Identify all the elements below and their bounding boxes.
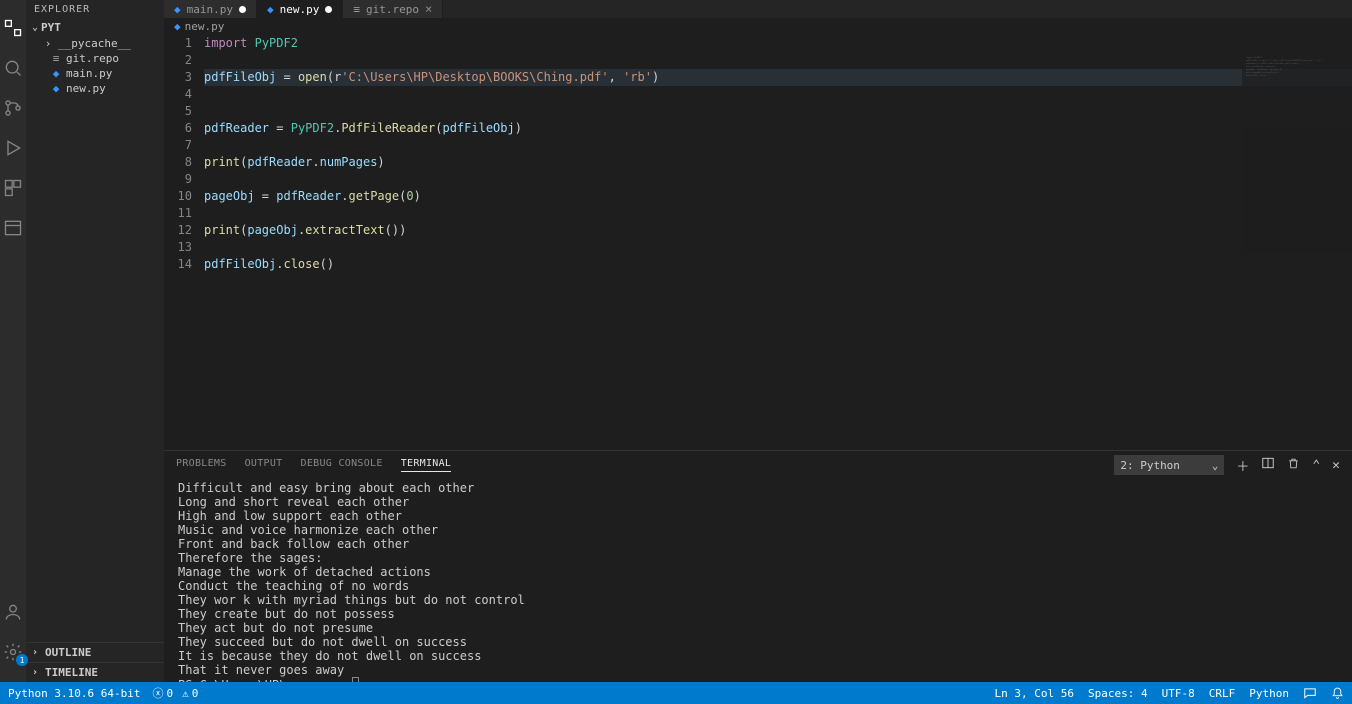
chevron-down-icon: ⌄	[32, 22, 38, 33]
file-icon: ◆	[174, 3, 181, 16]
code-content[interactable]: import PyPDF2pdfFileObj = open(r'C:\User…	[204, 35, 1352, 450]
file-icon: ◆	[267, 3, 274, 16]
status-lncol[interactable]: Ln 3, Col 56	[995, 687, 1074, 700]
outline-label: OUTLINE	[45, 646, 91, 659]
panel-tabs: PROBLEMS OUTPUT DEBUG CONSOLE TERMINAL 2: P…	[164, 451, 1352, 479]
folder-name: PYT	[41, 21, 61, 34]
editor-area: ◆ main.py ◆ new.py ≡ git.repo × ◆ new.py 12345…	[164, 0, 1352, 682]
explorer-activity-icon[interactable]	[1, 16, 25, 40]
file-icon: ≡	[353, 3, 360, 16]
python-file-icon: ◆	[50, 83, 62, 95]
status-spaces[interactable]: Spaces: 4	[1088, 687, 1148, 700]
error-icon: ⓧ	[152, 685, 163, 701]
tab-label: main.py	[187, 3, 233, 16]
new-terminal-icon[interactable]: ＋	[1236, 456, 1249, 475]
timeline-section[interactable]: › TIMELINE	[26, 662, 164, 682]
settings-activity-icon[interactable]: 1	[1, 640, 25, 664]
bottom-panel: PROBLEMS OUTPUT DEBUG CONSOLE TERMINAL 2: P…	[164, 450, 1352, 682]
close-panel-icon[interactable]: ✕	[1332, 458, 1340, 473]
breadcrumb-file: new.py	[185, 20, 225, 33]
accounts-activity-icon[interactable]	[1, 600, 25, 624]
explorer-title: EXPLORER	[26, 0, 164, 19]
scm-activity-icon[interactable]	[1, 96, 25, 120]
settings-badge: 1	[16, 654, 28, 666]
python-file-icon: ◆	[50, 68, 62, 80]
chevron-right-icon: ›	[32, 647, 38, 658]
explorer-sidebar: EXPLORER ⌄ PYT › __pycache__ ≡ git.repo ◆ mai…	[26, 0, 164, 682]
dirty-indicator-icon	[239, 6, 246, 13]
tab-bar: ◆ main.py ◆ new.py ≡ git.repo ×	[164, 0, 1352, 18]
tree-item-label: __pycache__	[58, 37, 131, 50]
folder-header[interactable]: ⌄ PYT	[26, 19, 164, 36]
close-tab-icon[interactable]: ×	[425, 2, 432, 16]
tree-file[interactable]: ◆ new.py	[26, 81, 164, 96]
debug-activity-icon[interactable]	[1, 136, 25, 160]
tree-file[interactable]: ◆ main.py	[26, 66, 164, 81]
breadcrumb[interactable]: ◆ new.py	[164, 18, 1352, 35]
status-feedback-icon[interactable]	[1303, 686, 1317, 700]
timeline-label: TIMELINE	[45, 666, 98, 679]
editor-tab[interactable]: ◆ new.py	[257, 0, 343, 18]
panel-tab-debug-console[interactable]: DEBUG CONSOLE	[301, 458, 383, 472]
panel-tab-terminal[interactable]: TERMINAL	[401, 458, 452, 472]
file-icon: ≡	[50, 53, 62, 65]
terminal-output[interactable]: Difficult and easy bring about each othe…	[164, 479, 1352, 682]
editor-tab[interactable]: ◆ main.py	[164, 0, 257, 18]
maximize-panel-icon[interactable]: ⌃	[1312, 458, 1320, 473]
split-terminal-icon[interactable]	[1261, 456, 1275, 474]
status-bell-icon[interactable]	[1331, 687, 1344, 700]
tab-label: git.repo	[366, 3, 419, 16]
tree-folder[interactable]: › __pycache__	[26, 36, 164, 51]
chevron-right-icon: ›	[32, 667, 38, 678]
search-activity-icon[interactable]	[1, 56, 25, 80]
tree-file[interactable]: ≡ git.repo	[26, 51, 164, 66]
status-bar: Python 3.10.6 64-bit ⓧ 0 ⚠ 0 Ln 3, Col 5…	[0, 682, 1352, 704]
tab-label: new.py	[280, 3, 320, 16]
outline-section[interactable]: › OUTLINE	[26, 642, 164, 662]
chevron-right-icon: ›	[42, 38, 54, 50]
minimap[interactable]: import PyPDF2pdfFileObj = open(r'C:\User…	[1242, 53, 1352, 253]
status-errors[interactable]: ⓧ 0 ⚠ 0	[152, 685, 198, 701]
status-python[interactable]: Python 3.10.6 64-bit	[8, 687, 140, 700]
activity-bar: 1	[0, 0, 26, 682]
kill-terminal-icon[interactable]	[1287, 457, 1300, 474]
tree-item-label: git.repo	[66, 52, 119, 65]
status-lang[interactable]: Python	[1249, 687, 1289, 700]
file-tree: › __pycache__ ≡ git.repo ◆ main.py ◆ new.py	[26, 36, 164, 96]
extensions-activity-icon[interactable]	[1, 176, 25, 200]
gutter: 1234567891011121314	[164, 35, 204, 450]
code-editor[interactable]: 1234567891011121314 import PyPDF2pdfFile…	[164, 35, 1352, 450]
terminal-selector-label: 2: Python	[1120, 459, 1180, 472]
panel-tab-output[interactable]: OUTPUT	[245, 458, 283, 472]
status-eol[interactable]: CRLF	[1209, 687, 1236, 700]
chevron-down-icon: ⌄	[1212, 459, 1219, 472]
tree-item-label: new.py	[66, 82, 106, 95]
dirty-indicator-icon	[325, 6, 332, 13]
warning-icon: ⚠	[182, 687, 189, 700]
layout-activity-icon[interactable]	[1, 216, 25, 240]
tree-item-label: main.py	[66, 67, 112, 80]
panel-tab-problems[interactable]: PROBLEMS	[176, 458, 227, 472]
editor-tab[interactable]: ≡ git.repo ×	[343, 0, 443, 18]
status-encoding[interactable]: UTF-8	[1162, 687, 1195, 700]
terminal-selector[interactable]: 2: Python ⌄	[1114, 455, 1224, 475]
